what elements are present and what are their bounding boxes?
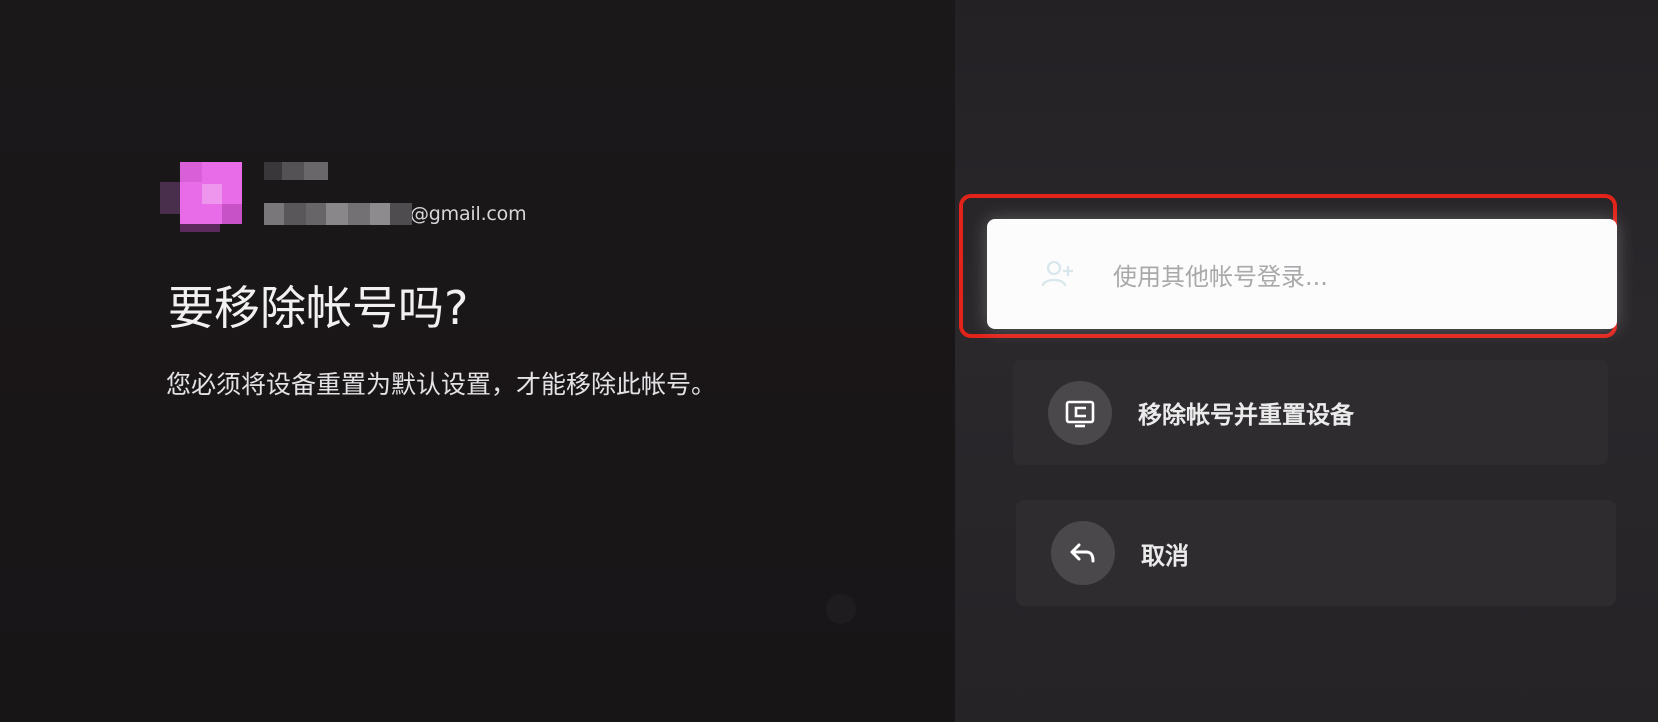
reset-device-icon bbox=[1048, 380, 1112, 445]
cancel-label: 取消 bbox=[1141, 541, 1189, 570]
email-username-redacted bbox=[264, 203, 412, 225]
remove-account-reset-button[interactable]: 移除帐号并重置设备 bbox=[1013, 360, 1608, 465]
cancel-button[interactable]: 取消 bbox=[1016, 500, 1616, 606]
account-avatar bbox=[160, 162, 244, 232]
dialog-info-pane bbox=[0, 0, 955, 722]
sign-in-other-account-button[interactable]: 使用其他帐号登录... bbox=[987, 219, 1617, 329]
sign-in-other-account-label: 使用其他帐号登录... bbox=[1113, 262, 1328, 291]
remove-account-reset-label: 移除帐号并重置设备 bbox=[1138, 401, 1354, 429]
email-domain: @gmail.com bbox=[410, 203, 527, 225]
dialog-title: 要移除帐号吗? bbox=[168, 281, 469, 335]
decorative-dot bbox=[826, 594, 856, 624]
person-add-icon bbox=[1035, 252, 1079, 296]
account-name-redacted bbox=[264, 162, 328, 180]
account-email: @gmail.com bbox=[264, 203, 527, 225]
remove-account-screen: @gmail.com 要移除帐号吗? 您必须将设备重置为默认设置，才能移除此帐号… bbox=[0, 0, 1658, 722]
back-arrow-icon bbox=[1051, 521, 1115, 585]
dialog-description: 您必须将设备重置为默认设置，才能移除此帐号。 bbox=[166, 370, 717, 399]
